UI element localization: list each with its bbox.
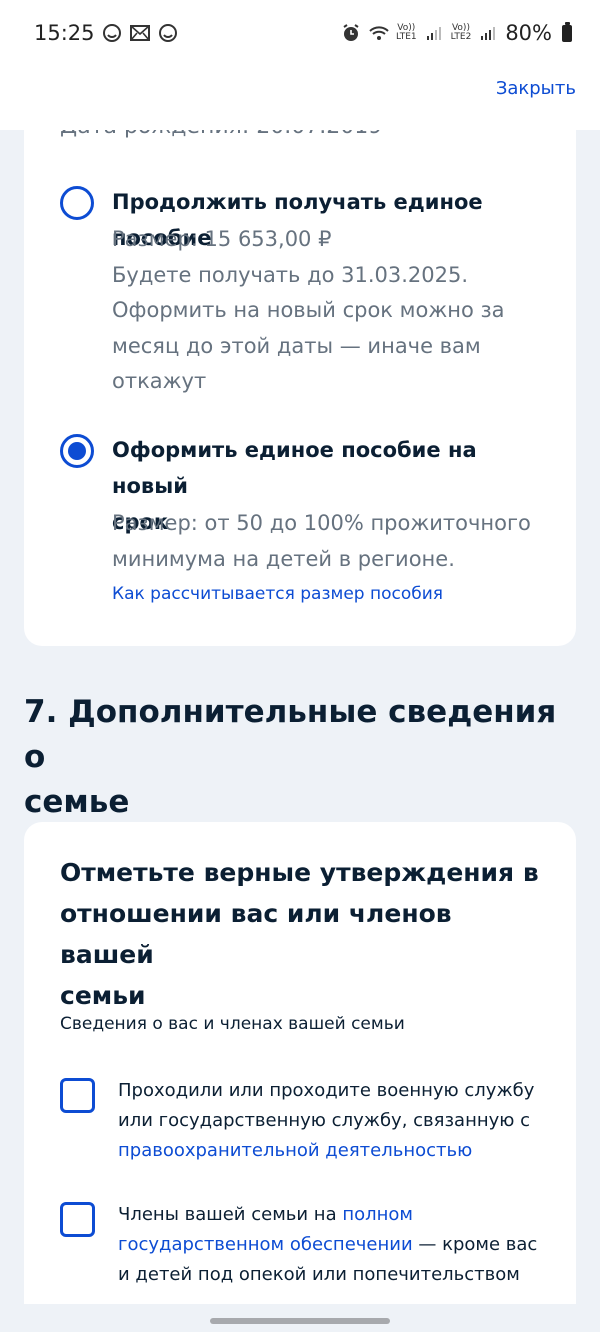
checkbox-law-enforcement[interactable] bbox=[60, 1078, 95, 1113]
battery-percent: 80% bbox=[505, 21, 552, 45]
signal-icon bbox=[477, 22, 499, 44]
sync-icon bbox=[157, 22, 179, 44]
status-bar: 15:25 Vo)) LTE1 Vo)) LTE2 80% bbox=[0, 0, 600, 66]
gesture-handle[interactable] bbox=[210, 1318, 390, 1324]
state-support-link[interactable]: государственном обеспечении bbox=[118, 1234, 413, 1255]
card-heading: Отметьте верные утверждения в отношении … bbox=[60, 858, 539, 1010]
checkbox-label: Члены вашей семьи на полном государствен… bbox=[118, 1204, 538, 1285]
alarm-icon bbox=[340, 22, 362, 44]
mail-icon bbox=[129, 22, 151, 44]
option-continue-benefit[interactable]: Продолжить получать единое пособие Разме… bbox=[60, 184, 550, 410]
status-bar-left: 15:25 bbox=[34, 21, 179, 45]
checkbox-label: Проходили или проходите военную службу и… bbox=[118, 1080, 535, 1161]
checkbox-row-law-enforcement[interactable]: Проходили или проходите военную службу и… bbox=[60, 1076, 550, 1172]
radio-new-term-benefit[interactable] bbox=[60, 434, 94, 468]
birth-date-text: Дата рождения: 20.07.2019 bbox=[60, 130, 382, 139]
radio-continue-benefit[interactable] bbox=[60, 186, 94, 220]
state-support-link[interactable]: полном bbox=[342, 1204, 413, 1225]
option-description: Размер: от 50 до 100% прожиточного миним… bbox=[112, 511, 531, 571]
law-enforcement-link[interactable]: правоохранительной деятельностью bbox=[118, 1140, 472, 1161]
option-new-term-benefit[interactable]: Оформить единое пособие на новый срок Ра… bbox=[60, 432, 550, 622]
app-bar: Закрыть bbox=[0, 66, 600, 130]
close-button[interactable]: Закрыть bbox=[496, 78, 576, 99]
checkbox-row-state-support[interactable]: Члены вашей семьи на полном государствен… bbox=[60, 1200, 550, 1296]
signal-icon bbox=[423, 22, 445, 44]
scroll-content[interactable]: Дата рождения: 20.07.2019 Продолжить пол… bbox=[0, 130, 600, 1332]
battery-icon bbox=[562, 21, 572, 42]
benefit-options-card: Дата рождения: 20.07.2019 Продолжить пол… bbox=[24, 130, 576, 646]
wifi-icon bbox=[368, 22, 390, 44]
sim2-indicator: Vo)) LTE2 bbox=[450, 23, 472, 42]
checkbox-state-support[interactable] bbox=[60, 1202, 95, 1237]
sync-icon bbox=[101, 22, 123, 44]
sim1-indicator: Vo)) LTE1 bbox=[395, 23, 417, 42]
option-description: Размер: 15 653,00 ₽ Будете получать до 3… bbox=[112, 227, 505, 393]
card-subheading: Сведения о вас и членах вашей семьи bbox=[60, 1014, 405, 1034]
benefit-calculation-link[interactable]: Как рассчитывается размер пособия bbox=[112, 584, 443, 604]
status-bar-right: Vo)) LTE1 Vo)) LTE2 80% bbox=[340, 21, 572, 45]
status-time: 15:25 bbox=[34, 21, 95, 45]
family-info-card: Отметьте верные утверждения в отношении … bbox=[24, 822, 576, 1332]
section-title: 7. Дополнительные сведения о семье bbox=[24, 694, 557, 820]
